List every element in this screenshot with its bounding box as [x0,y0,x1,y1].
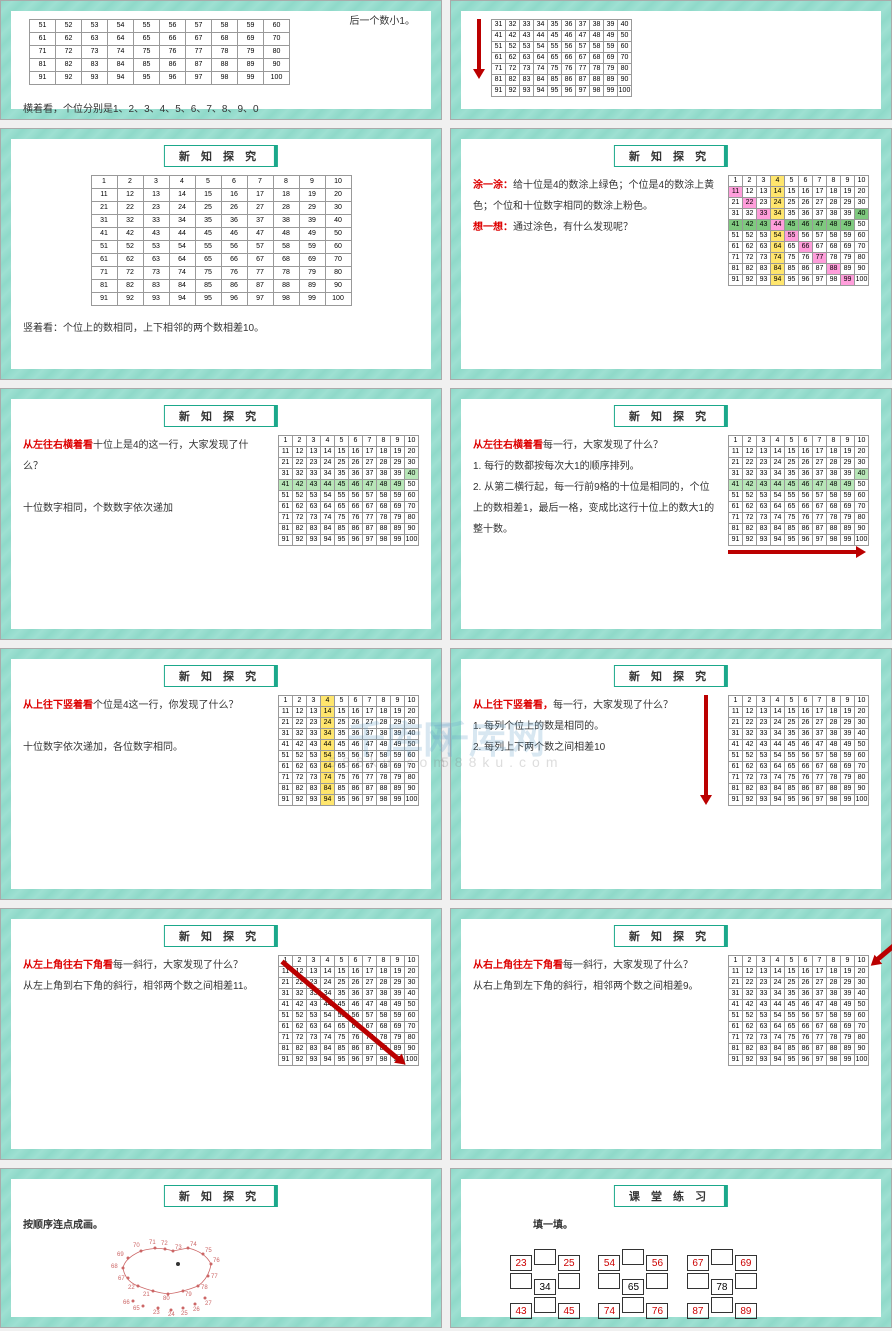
section-title: 课 堂 练 习 [614,1185,728,1207]
svg-text:74: 74 [190,1242,197,1248]
text-think: 通过涂色，有什么发现呢？ [513,222,633,233]
l2: 2. 每列上下两个数之间相差10 [473,742,605,753]
title: 按顺序连点成画。 [23,1215,419,1236]
slide-row-findings: 新 知 探 究 从左往右横着看每一行，大家发现了什么？ 1. 每行的数都按每次大… [450,388,892,640]
number-table: 12345678910 11121314151617181920 2122232… [278,695,419,806]
svg-text:23: 23 [153,1310,160,1316]
l1: 1. 每列个位上的数是相同的。 [473,721,604,732]
svg-text:80: 80 [163,1296,170,1302]
q: 每一行，大家发现了什么？ [543,440,663,451]
svg-text:27: 27 [205,1301,212,1307]
svg-text:21: 21 [143,1292,150,1298]
colored-table: 12345678910 11121314151617181920 2122232… [728,175,869,286]
svg-text:65: 65 [133,1306,140,1312]
svg-text:24: 24 [168,1312,175,1318]
section-title: 新 知 探 究 [614,405,728,427]
label: 从左上角往右下角看 [23,960,113,971]
slide-fill-blanks: 课 堂 练 习 填一填。 2325 34 4345 5456 65 7476 6… [450,1168,892,1328]
label: 从左往右横着看 [23,440,93,451]
q: 个位是4这一行，你发现了什么？ [93,700,239,711]
a: 从左上角到右下角的斜行，相邻两个数之间相差11。 [23,981,253,992]
svg-text:67: 67 [118,1276,125,1282]
l2: 2. 从第二横行起，每一行前9格的十位是相同的，个位上的数相差1，最后一格，变成… [473,482,714,535]
svg-text:68: 68 [111,1264,118,1270]
slide-grid: 51525354555657585960 6162636465666768697… [0,0,892,1328]
number-table: 31323334353637383940 4142434445464748495… [491,19,632,97]
slide-diag-rl: 新 知 探 究 从右上角往左下角看每一斜行，大家发现了什么？ 从右上角到左下角的… [450,908,892,1160]
section-title: 新 知 探 究 [614,145,728,167]
slide-col-findings: 新 知 探 究 千库网 588ku.com 从上往下竖着看，每一行，大家发现了什… [450,648,892,900]
slide-vertical-look: 新 知 探 究 12345678910 11121314151617181920… [0,128,442,380]
section-title: 新 知 探 究 [164,925,278,947]
slide-1-right: 31323334353637383940 4142434445464748495… [450,0,892,120]
a: 从右上角到左下角的斜行，相邻两个数之间相差9。 [473,981,699,992]
svg-text:71: 71 [149,1240,156,1246]
svg-text:77: 77 [211,1274,218,1280]
section-title: 新 知 探 究 [164,665,278,687]
footer-text: 横着看，个位分别是1、2、3、4、5、6、7、8、9、0 [23,99,419,120]
label: 从右上角往左下角看 [473,960,563,971]
arrow-down-icon [700,795,712,805]
number-table: 12345678910 11121314151617181920 2122232… [278,435,419,546]
svg-text:72: 72 [161,1241,168,1247]
label-think: 想一想： [473,222,513,233]
section-title: 新 知 探 究 [614,665,728,687]
svg-text:70: 70 [133,1243,140,1249]
title: 填一填。 [533,1215,869,1236]
a: 十位数字依次递加，各位数字相同。 [23,742,183,753]
slide-1-left: 51525354555657585960 6162636465666768697… [0,0,442,120]
q: 每一行，大家发现了什么？ [553,700,673,711]
svg-text:69: 69 [117,1252,124,1258]
number-table: 12345678910 11121314151617181920 2122232… [728,955,869,1066]
section-title: 新 知 探 究 [164,1185,278,1207]
label: 从上往下竖着看 [23,700,93,711]
svg-text:26: 26 [193,1307,200,1313]
svg-text:79: 79 [185,1292,192,1298]
label-paint: 涂一涂： [473,180,513,191]
slide-diag-lr: 新 知 探 究 从左上角往右下角看每一斜行，大家发现了什么？ 从左上角到右下角的… [0,908,442,1160]
svg-text:75: 75 [205,1248,212,1254]
hint-text: 后一个数小1。 [349,11,415,32]
label: 从左往右横着看 [473,440,543,451]
label: 从上往下竖着看， [473,700,553,711]
svg-text:66: 66 [123,1300,130,1306]
number-table: 12345678910 11121314151617181920 2122232… [728,695,869,806]
svg-text:76: 76 [213,1258,220,1264]
a1: 十位数字相同，个数数字依次递加 [23,503,173,514]
arrow-down-icon [473,69,485,79]
l1: 1. 每行的数都按每次大1的顺序排列。 [473,461,640,472]
q: 每一斜行，大家发现了什么？ [113,960,243,971]
svg-text:22: 22 [128,1285,135,1291]
slide-col4: 新 知 探 究 千库网 588ku.com 从上往下竖着看个位是4这一行，你发现… [0,648,442,900]
number-table: 51525354555657585960 6162636465666768697… [29,19,290,85]
fill-grids: 2325 34 4345 5456 65 7476 6769 78 8789 [503,1248,869,1320]
section-title: 新 知 探 究 [164,405,278,427]
arrow-right-icon [728,550,858,554]
section-title: 新 知 探 究 [164,145,278,167]
footer-text: 竖着看：个位上的数相同，上下相邻的两个数相差10。 [23,318,419,339]
number-table: 12345678910 11121314151617181920 2122232… [728,435,869,546]
slide-connect-dots: 新 知 探 究 按顺序连点成画。 73 74 75 76 77 78 79 80… [0,1168,442,1328]
section-title: 新 知 探 究 [614,925,728,947]
slide-row40s: 新 知 探 究 从左往右横着看十位上是4的这一行，大家发现了什么？ 十位数字相同… [0,388,442,640]
svg-text:25: 25 [181,1311,188,1317]
dot-drawing: 73 74 75 76 77 78 79 80 21 22 67 68 69 7… [83,1236,263,1326]
svg-text:78: 78 [201,1285,208,1291]
slide-paint: 新 知 探 究 涂一涂：给十位是4的数涂上绿色；个位是4的数涂上黄色；个位和十位… [450,128,892,380]
q: 每一斜行，大家发现了什么？ [563,960,693,971]
number-table: 12345678910 11121314151617181920 2122232… [91,175,352,306]
